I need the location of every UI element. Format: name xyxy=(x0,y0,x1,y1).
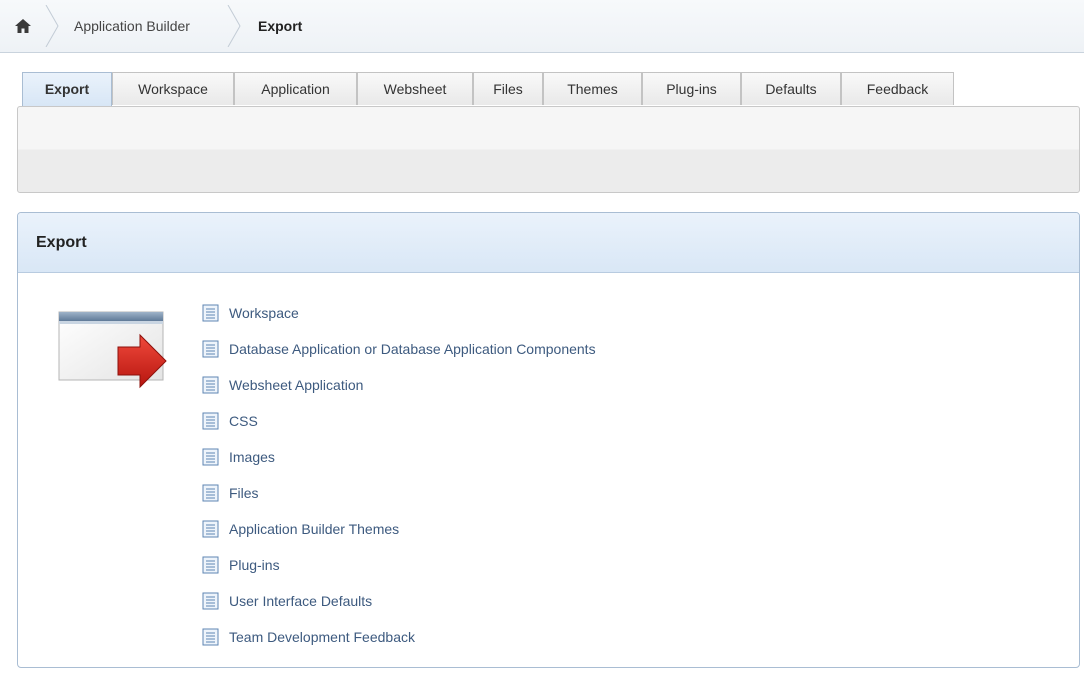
document-icon xyxy=(202,340,219,358)
document-icon xyxy=(202,484,219,502)
list-item: CSS xyxy=(202,403,596,439)
list-item: User Interface Defaults xyxy=(202,583,596,619)
link-database-application[interactable]: Database Application or Database Applica… xyxy=(229,341,596,357)
link-files[interactable]: Files xyxy=(229,485,259,501)
tab-websheet[interactable]: Websheet xyxy=(357,72,473,105)
link-images[interactable]: Images xyxy=(229,449,275,465)
tab-application[interactable]: Application xyxy=(234,72,357,105)
export-link-list: Workspace Database Application or Databa… xyxy=(202,295,596,655)
tab-plug-ins[interactable]: Plug-ins xyxy=(642,72,741,105)
link-websheet-application[interactable]: Websheet Application xyxy=(229,377,363,393)
document-icon xyxy=(202,412,219,430)
list-item: Team Development Feedback xyxy=(202,619,596,655)
tab-feedback[interactable]: Feedback xyxy=(841,72,954,105)
breadcrumb-separator xyxy=(45,5,59,47)
document-icon xyxy=(202,556,219,574)
link-application-builder-themes[interactable]: Application Builder Themes xyxy=(229,521,399,537)
list-item: Websheet Application xyxy=(202,367,596,403)
breadcrumb-application-builder[interactable]: Application Builder xyxy=(74,0,190,52)
link-css[interactable]: CSS xyxy=(229,413,258,429)
document-icon xyxy=(202,592,219,610)
document-icon xyxy=(202,520,219,538)
document-icon xyxy=(202,304,219,322)
export-region: Export Workspace Database Application or… xyxy=(17,212,1080,668)
list-item: Images xyxy=(202,439,596,475)
tab-themes[interactable]: Themes xyxy=(543,72,642,105)
breadcrumb-current-export: Export xyxy=(258,18,303,34)
link-user-interface-defaults[interactable]: User Interface Defaults xyxy=(229,593,372,609)
region-title: Export xyxy=(36,234,87,251)
export-window-arrow-icon xyxy=(58,309,188,404)
list-item: Database Application or Database Applica… xyxy=(202,331,596,367)
link-team-development-feedback[interactable]: Team Development Feedback xyxy=(229,629,415,645)
list-item: Plug-ins xyxy=(202,547,596,583)
home-icon[interactable] xyxy=(8,11,38,41)
tab-panel xyxy=(17,106,1080,193)
tab-workspace[interactable]: Workspace xyxy=(112,72,234,105)
document-icon xyxy=(202,628,219,646)
list-item: Workspace xyxy=(202,295,596,331)
tab-export[interactable]: Export xyxy=(22,72,112,107)
breadcrumb: Application Builder Export xyxy=(0,0,1084,53)
breadcrumb-separator xyxy=(227,5,241,47)
tab-files[interactable]: Files xyxy=(473,72,543,105)
document-icon xyxy=(202,448,219,466)
link-workspace[interactable]: Workspace xyxy=(229,305,299,321)
list-item: Application Builder Themes xyxy=(202,511,596,547)
region-header: Export xyxy=(18,213,1079,273)
document-icon xyxy=(202,376,219,394)
list-item: Files xyxy=(202,475,596,511)
link-plug-ins[interactable]: Plug-ins xyxy=(229,557,280,573)
tab-defaults[interactable]: Defaults xyxy=(741,72,841,105)
